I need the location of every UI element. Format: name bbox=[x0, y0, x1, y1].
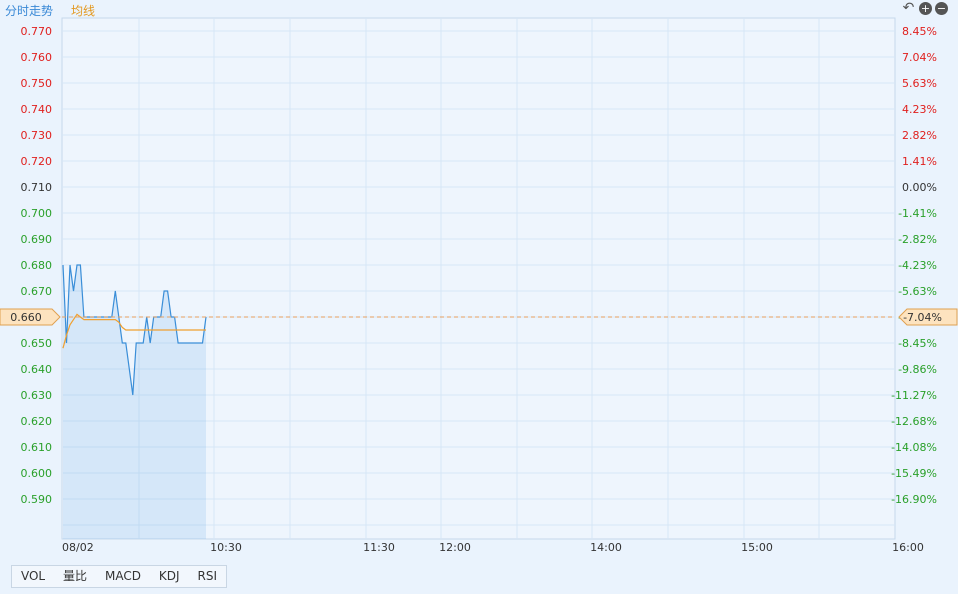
y-tick-label-right: 7.04% bbox=[902, 51, 937, 64]
y-tick-label-left: 0.610 bbox=[21, 441, 53, 454]
y-tick-label-right: -5.63% bbox=[898, 285, 937, 298]
x-tick-label: 11:30 bbox=[363, 541, 395, 554]
y-tick-label-right: -16.90% bbox=[891, 493, 937, 506]
y-tick-label-right: 4.23% bbox=[902, 103, 937, 116]
x-date-label: 08/02 bbox=[62, 541, 94, 554]
y-tick-label-right: -4.23% bbox=[898, 259, 937, 272]
y-tick-label-left: 0.680 bbox=[21, 259, 53, 272]
indicator-kdj[interactable]: KDJ bbox=[150, 566, 189, 587]
y-tick-label-left: 0.620 bbox=[21, 415, 53, 428]
intraday-chart: 0.770 8.45% 0.760 7.04% 0.750 5.63% 0.740 4.23%… bbox=[0, 17, 958, 554]
y-tick-label-right: -15.49% bbox=[891, 467, 937, 480]
y-tick-label-left: 0.750 bbox=[21, 77, 53, 90]
current-pct-label: -7.04% bbox=[903, 311, 942, 324]
y-tick-label-left: 0.730 bbox=[21, 129, 53, 142]
y-tick-label-right: -9.86% bbox=[898, 363, 937, 376]
current-price-label: 0.660 bbox=[10, 311, 42, 324]
y-tick-label-left: 0.770 bbox=[21, 25, 53, 38]
y-tick-label-right: 5.63% bbox=[902, 77, 937, 90]
indicator-macd[interactable]: MACD bbox=[96, 566, 150, 587]
y-tick-label-left: 0.590 bbox=[21, 493, 53, 506]
x-tick-label: 15:00 bbox=[741, 541, 773, 554]
y-tick-label-right: -11.27% bbox=[891, 389, 937, 402]
indicator-vol[interactable]: VOL bbox=[12, 566, 54, 587]
x-tick-label: 16:00 bbox=[892, 541, 924, 554]
y-tick-label-right: -12.68% bbox=[891, 415, 937, 428]
x-tick-label: 10:30 bbox=[210, 541, 242, 554]
y-tick-label-right: -2.82% bbox=[898, 233, 937, 246]
y-tick-label-left: 0.640 bbox=[21, 363, 53, 376]
y-tick-label-left: 0.760 bbox=[21, 51, 53, 64]
y-tick-label-right: 2.82% bbox=[902, 129, 937, 142]
y-tick-label-left: 0.710 bbox=[21, 181, 53, 194]
y-tick-label-left: 0.650 bbox=[21, 337, 53, 350]
y-tick-label-left: 0.700 bbox=[21, 207, 53, 220]
y-tick-label-right: 8.45% bbox=[902, 25, 937, 38]
indicator-bar: VOL 量比 MACD KDJ RSI bbox=[11, 565, 227, 588]
x-tick-label: 12:00 bbox=[439, 541, 471, 554]
y-tick-label-left: 0.690 bbox=[21, 233, 53, 246]
x-tick-label: 14:00 bbox=[590, 541, 622, 554]
y-tick-label-left: 0.630 bbox=[21, 389, 53, 402]
indicator-volume-ratio[interactable]: 量比 bbox=[54, 566, 96, 587]
y-tick-label-right: 1.41% bbox=[902, 155, 937, 168]
y-tick-label-left: 0.670 bbox=[21, 285, 53, 298]
y-tick-label-right: -14.08% bbox=[891, 441, 937, 454]
y-tick-label-left: 0.740 bbox=[21, 103, 53, 116]
y-tick-label-right: 0.00% bbox=[902, 181, 937, 194]
y-tick-label-right: -1.41% bbox=[898, 207, 937, 220]
y-tick-label-right: -8.45% bbox=[898, 337, 937, 350]
indicator-rsi[interactable]: RSI bbox=[189, 566, 226, 587]
y-tick-label-left: 0.720 bbox=[21, 155, 53, 168]
y-tick-label-left: 0.600 bbox=[21, 467, 53, 480]
